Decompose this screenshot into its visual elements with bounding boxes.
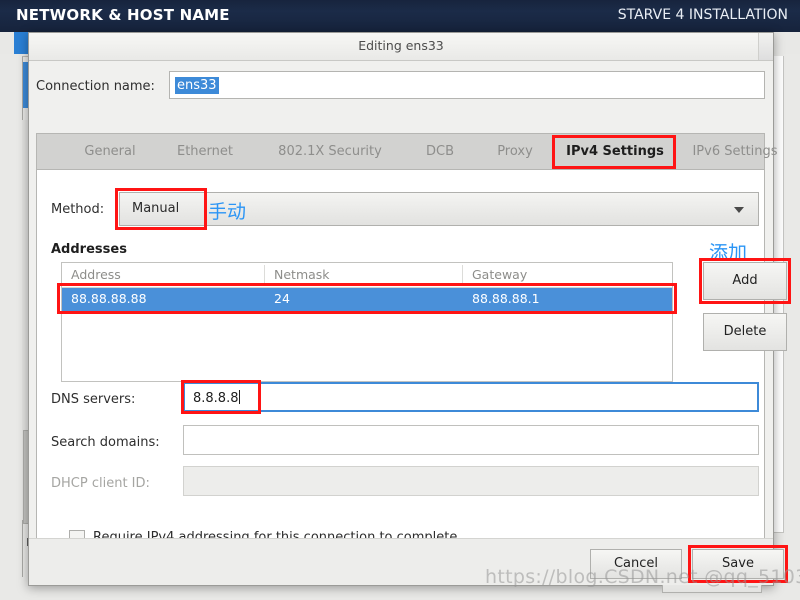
column-header-gateway: Gateway [472,267,528,282]
search-domains-input[interactable] [183,425,759,455]
dhcp-client-id-input [183,466,759,496]
cell-address: 88.88.88.88 [71,291,147,306]
installer-header: NETWORK & HOST NAME STARVE 4 INSTALLATIO… [0,0,800,32]
screen: H NETWORK & HOST NAME STARVE 4 INSTALLAT… [0,0,800,600]
addresses-heading: Addresses [51,242,127,257]
connection-name-row: Connection name: ens33 [29,71,773,105]
tab-proxy[interactable]: Proxy [475,134,555,170]
method-dropdown[interactable]: Manual 手动 [119,192,759,226]
delete-button[interactable]: Delete [703,313,787,351]
method-annotation-chinese: 手动 [208,201,247,223]
add-button[interactable]: Add [703,262,787,300]
tab-ipv6-settings[interactable]: IPv6 Settings [675,134,795,170]
chevron-down-icon [734,207,744,213]
method-selected-value: Manual [132,201,180,216]
ipv4-settings-panel: Method: Manual 手动 Addresses Address Netm… [36,169,791,593]
column-divider [462,265,463,285]
text-caret [239,390,241,404]
addresses-table[interactable]: Address Netmask Gateway 88.88.88.88 24 8… [61,262,673,382]
tab-802-1x-security[interactable]: 802.1X Security [255,134,405,170]
tab-bar: General Ethernet 802.1X Security DCB Proxy IP… [36,133,778,170]
titlebar-corner [758,33,773,60]
dns-servers-value: 8.8.8.8 [193,390,241,406]
column-divider [264,265,265,285]
page-title: NETWORK & HOST NAME [16,6,230,24]
dialog-titlebar[interactable]: Editing ens33 [29,33,773,61]
connection-name-label: Connection name: [36,79,155,94]
tab-ipv4-settings[interactable]: IPv4 Settings [555,134,675,170]
addresses-table-header: Address Netmask Gateway [62,263,672,288]
connection-name-input[interactable]: ens33 [169,71,765,99]
column-header-netmask: Netmask [274,267,330,282]
installer-name: STARVE 4 INSTALLATION [617,7,788,23]
dns-servers-label: DNS servers: [51,392,136,407]
connection-name-value: ens33 [175,77,219,94]
cancel-button[interactable]: Cancel [590,549,682,579]
dhcp-client-id-label: DHCP client ID: [51,476,150,491]
dialog-title: Editing ens33 [358,38,444,53]
tab-general[interactable]: General [65,134,155,170]
tab-dcb[interactable]: DCB [405,134,475,170]
add-annotation-chinese: 添加 [709,242,748,264]
dialog-footer: Cancel Save [29,538,788,585]
dialog-body: Connection name: ens33 General Ethernet 80… [29,61,791,593]
save-button[interactable]: Save [692,549,784,579]
cell-netmask: 24 [274,291,290,306]
method-label: Method: [51,202,105,217]
cell-gateway: 88.88.88.1 [472,291,540,306]
search-domains-label: Search domains: [51,435,160,450]
column-header-address: Address [71,267,121,282]
dns-servers-input[interactable]: 8.8.8.8 [183,382,759,412]
tab-ethernet[interactable]: Ethernet [155,134,255,170]
table-row[interactable]: 88.88.88.88 24 88.88.88.1 [62,288,672,311]
edit-connection-dialog: Editing ens33 Connection name: ens33 Gen… [28,32,791,593]
